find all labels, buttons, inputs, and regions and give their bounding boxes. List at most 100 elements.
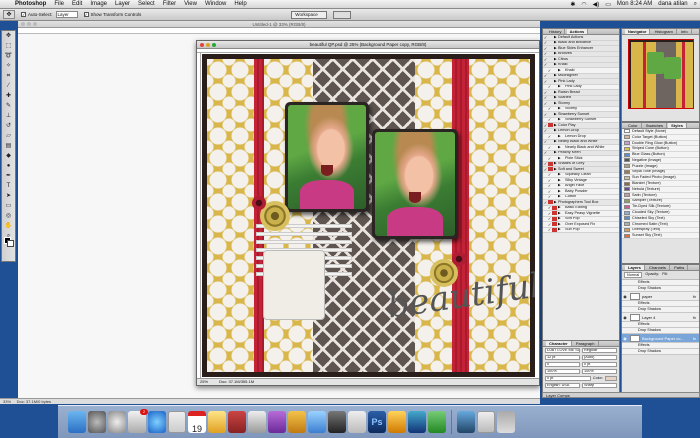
dialog-toggle-icon[interactable] [548,129,553,133]
leading-field[interactable]: (Auto) [582,355,617,360]
dialog-toggle-icon[interactable] [548,52,553,56]
photoshop-icon[interactable]: Ps [368,411,386,433]
dialog-toggle-icon[interactable] [548,167,553,172]
dialog-toggle-icon[interactable] [552,205,557,210]
wifi-icon[interactable]: ◠ [578,1,589,8]
visibility-eye-icon[interactable]: ◉ [622,292,628,300]
background-color-swatch[interactable] [7,240,14,247]
dialog-toggle-icon[interactable] [552,68,557,72]
menu-select[interactable]: Select [134,1,159,7]
dialog-toggle-icon[interactable] [548,74,553,78]
layer-effect-row[interactable]: Drop Shadow [622,349,699,355]
ical-icon[interactable]: 19 [188,411,206,434]
font-style-field[interactable]: Regular [582,348,617,353]
auto-select-checkbox[interactable]: ✓ Auto-Select: [21,12,53,17]
bridge-icon[interactable] [388,411,406,433]
menu-help[interactable]: Help [230,1,250,7]
dialog-toggle-icon[interactable] [552,216,557,221]
battery-icon[interactable]: ▭ [602,1,614,8]
menu-window[interactable]: Window [201,1,230,7]
dialog-toggle-icon[interactable] [552,222,557,227]
finder-icon[interactable] [68,411,86,433]
menubar-user[interactable]: dana atilan [655,1,690,7]
tab-histogram[interactable]: Histogram [652,29,677,34]
terminal-icon[interactable] [328,411,346,433]
dialog-toggle-icon[interactable] [548,46,553,50]
time-machine-icon[interactable] [308,411,326,433]
dialog-toggle-icon[interactable] [548,41,553,45]
spotlight-icon[interactable]: ⌕ [691,1,700,8]
layer-effects-icon[interactable]: fx [693,292,699,300]
app-icon[interactable] [428,411,446,433]
system-preferences-icon[interactable] [108,411,126,433]
dialog-toggle-icon[interactable] [548,200,553,205]
gradient-tool-icon[interactable]: ▤ [2,142,15,151]
status-zoom[interactable]: 33% [3,399,11,404]
menu-photoshop[interactable]: Photoshop [11,1,50,7]
zoom-icon[interactable] [212,43,216,47]
minimize-icon[interactable] [206,43,210,47]
blend-mode-dropdown[interactable]: Normal [624,272,643,278]
language-dropdown[interactable]: English: USA [545,383,580,388]
horizontal-scale-field[interactable]: 100% [582,369,617,374]
dialog-toggle-icon[interactable] [552,85,557,89]
dialog-toggle-icon[interactable] [552,156,557,160]
menu-view[interactable]: View [180,1,201,7]
action-item-row[interactable]: ✓ ▶ Sun Pop [543,227,619,233]
vertical-scale-field[interactable]: 100% [545,369,580,374]
healing-brush-tool-icon[interactable]: ✚ [2,92,15,101]
workspace-button[interactable]: Workspace [291,10,328,19]
dialog-toggle-icon[interactable] [552,195,557,199]
imovie-icon[interactable] [268,411,286,433]
baseline-shift-field[interactable]: 0 pt [545,376,591,381]
3d-rotate-tool-icon[interactable]: ◎ [2,212,15,221]
dialog-toggle-icon[interactable] [548,151,553,155]
dialog-toggle-icon[interactable] [552,107,557,111]
window-arrange-button[interactable] [333,10,352,19]
layer-effects-icon[interactable]: fx [693,313,699,321]
dialog-toggle-icon[interactable] [552,227,557,232]
show-transform-checkbox[interactable]: ✓ Show Transform Controls [83,12,141,17]
bluetooth-icon[interactable]: ✱ [567,1,578,8]
move-tool-icon[interactable]: ✥ [2,32,15,41]
dialog-toggle-icon[interactable] [552,178,557,182]
mail-icon[interactable]: 2 [128,409,148,433]
crop-tool-icon[interactable]: ⌗ [2,72,15,81]
close-icon[interactable] [21,22,25,26]
dialog-toggle-icon[interactable] [548,140,553,144]
safari-icon[interactable] [148,411,166,433]
dialog-toggle-icon[interactable] [548,112,553,116]
marquee-tool-icon[interactable]: ⬚ [2,42,15,51]
volume-icon[interactable]: ◀) [590,1,603,8]
move-tool-preset-icon[interactable]: ✥ [3,10,15,19]
history-brush-tool-icon[interactable]: ↺ [2,122,15,131]
clone-stamp-tool-icon[interactable]: ⊥ [2,112,15,121]
magic-wand-tool-icon[interactable]: ✧ [2,62,15,71]
background-document-titlebar[interactable]: Untitled-1 @ 33% (RGB/8) [18,21,540,28]
layer-row[interactable]: ◉ Layer 4 fx [622,313,699,322]
dialog-toggle-icon[interactable] [552,134,557,138]
photo-booth-icon[interactable] [228,411,246,433]
visibility-eye-icon[interactable]: ◉ [622,313,628,321]
text-color-swatch[interactable] [605,376,617,381]
dialog-toggle-icon[interactable] [552,184,557,188]
downloads-stack-icon[interactable] [457,411,475,433]
kerning-field[interactable]: 0 [545,362,580,367]
dialog-toggle-icon[interactable] [552,145,557,149]
dialog-toggle-icon[interactable] [548,63,553,67]
textedit-icon[interactable] [348,411,366,433]
menubar-clock[interactable]: Mon 8:24 AM [614,1,655,7]
menu-edit[interactable]: Edit [68,1,86,7]
font-family-field[interactable]: DJB I LOVE ME SO... [545,348,580,353]
tracking-field[interactable]: 0 pt [582,362,617,367]
dashboard-icon[interactable] [88,411,106,433]
tab-info[interactable]: Info [678,29,692,34]
menu-layer[interactable]: Layer [111,1,134,7]
zoom-icon[interactable] [33,22,37,26]
anti-alias-dropdown[interactable]: Sharp [582,383,617,388]
tab-navigator[interactable]: Navigator [625,29,651,34]
dialog-toggle-icon[interactable] [548,90,553,94]
dialog-toggle-icon[interactable] [548,96,553,100]
dialog-toggle-icon[interactable] [548,79,553,83]
dialog-toggle-icon[interactable] [552,211,557,216]
